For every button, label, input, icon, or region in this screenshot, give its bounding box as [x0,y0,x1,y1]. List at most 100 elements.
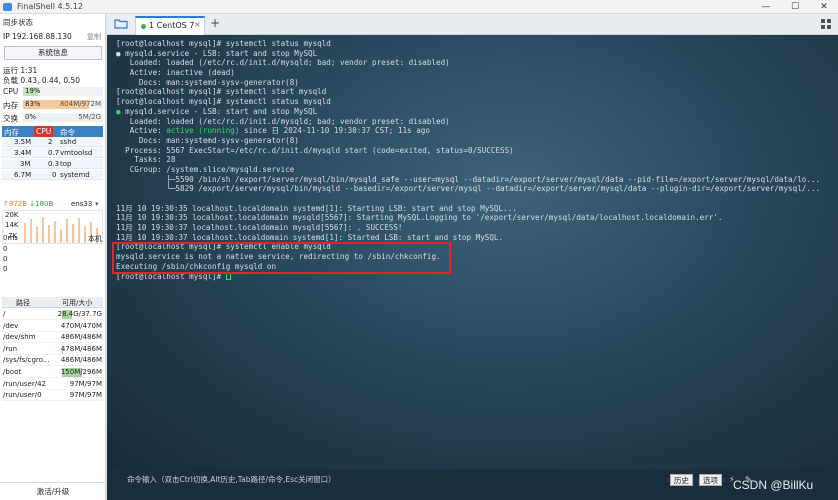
sync-status[interactable]: 同步状态 [3,17,33,28]
cpu-usage-bar: 19% [23,87,103,96]
process-row[interactable]: 6.7M 0 systemd [2,170,103,180]
options-button[interactable]: 选项 [699,474,722,486]
process-command: vmtoolsd [60,149,93,157]
terminal-line: 11月 10 19:30:35 localhost.localdomain sy… [116,204,834,214]
swap-value: 5M/2G [78,113,101,121]
disk-row[interactable]: /run/user/42 97M/97M [2,379,103,390]
process-cpu: 0 [52,171,57,179]
process-command: systemd [60,171,90,179]
process-row[interactable]: 3.4M 0.7 vmtoolsd [2,148,103,158]
connection-status-dot [141,24,146,29]
disk-row[interactable]: /dev 470M/470M [2,321,103,332]
folder-icon[interactable] [114,18,128,29]
latency-host[interactable]: 本机 [88,234,102,244]
terminal-line: 11月 10 19:30:37 localhost.localdomain my… [116,223,834,233]
latency-value: 0ms [3,234,18,242]
terminal-line: Process: 5567 ExecStart=/etc/rc.d/init.d… [116,146,834,156]
terminal-text: └─5829 /export/server/mysql/bin/mysqld -… [116,184,821,194]
disk-table-header: 路径 可用/大小 [2,297,103,308]
cpu-usage-row: CPU 19% [3,86,103,97]
disk-row[interactable]: / 28.4G/37.7G [2,309,103,320]
status-strip [107,491,838,500]
disk-col-path[interactable]: 路径 [16,298,30,308]
cpu-percent: 19% [25,87,41,95]
net-tick: 20K [5,211,19,219]
disk-row[interactable]: /boot 150M/296M [2,367,103,378]
terminal-text: 11月 10 19:30:37 localhost.localdomain my… [116,223,403,233]
disk-path: /sys/fs/cgro... [3,356,50,365]
maximize-button[interactable]: ☐ [781,0,809,14]
terminal-line: ├─5590 /bin/sh /export/server/mysql/bin/… [116,175,834,185]
process-mem: 3.5M [14,138,32,146]
close-button[interactable]: ✕ [810,0,838,14]
disk-row[interactable]: /run/user/0 97M/97M [2,390,103,402]
terminal-text: [root@localhost mysql]# systemctl start … [116,87,327,97]
disk-path: /run/user/42 [3,379,47,388]
terminal-line: [root@localhost mysql]# systemctl status… [116,39,834,49]
process-col-cpu[interactable]: CPU [34,126,54,137]
process-row[interactable]: 3M 0.3 top [2,159,103,169]
disk-row[interactable]: /sys/fs/cgro... 486M/486M [2,355,103,367]
active-running-status: active (running) [166,126,240,136]
ip-value: 192.168.88.130 [12,32,72,41]
activate-upgrade-link[interactable]: 激活/升级 [0,482,106,500]
terminal-text: mysqld.service - LSB: start and stop MyS… [120,106,318,116]
disk-row[interactable]: /run 478M/486M [2,344,103,355]
cpu-label: CPU [3,87,19,96]
terminal-text: since 日 2024-11-10 19:30:37 CST; 11s ago [239,126,430,136]
grid-view-icon[interactable] [821,19,831,29]
process-table-header: 内存 CPU 命令 [2,126,103,137]
terminal-text: 11月 10 19:30:35 localhost.localdomain my… [116,213,723,223]
terminal-text: Loaded: loaded (/etc/rc.d/init.d/mysqld;… [116,58,450,68]
terminal-line: [root@localhost mysql]# systemctl status… [116,97,834,107]
disk-path: / [3,310,6,318]
latency-row: 0 [3,265,8,273]
swap-usage-bar: 0% 5M/2G [23,113,103,122]
command-input[interactable]: 命令输入（双击Ctrl切换,Alt历史,Tab路径/命令,Esc关闭窗口） [127,473,667,487]
tab-bar: 1 CentOS 7 × + [107,14,838,35]
tab-label: 1 CentOS 7 [149,21,195,30]
disk-path: /dev [3,321,19,330]
latency-row: 0 [3,245,8,253]
terminal-line: Tasks: 28 [116,155,834,165]
process-command: top [60,160,72,168]
terminal-text: [root@localhost mysql]# systemctl status… [116,39,331,48]
chevron-down-icon[interactable]: ▾ [95,200,99,208]
terminal-text: [root@localhost mysql]# systemctl status… [116,97,331,107]
terminal-line: ● mysqld.service - LSB: start and stop M… [116,107,834,117]
process-row[interactable]: 3.5M 2 sshd [2,137,103,147]
process-cpu: 2 [48,138,53,146]
terminal-text: Active: [116,126,167,136]
memory-usage-row: 内存 83% 804M/972M [3,99,103,110]
disk-row[interactable]: /dev/shm 486M/486M [2,332,103,344]
download-rate: ↓180B [29,200,54,208]
highlight-annotation-box [112,242,451,274]
terminal-line: CGroup: /system.slice/mysqld.service [116,165,834,175]
latency-row: 0 [3,255,8,263]
process-cpu: 0.3 [48,160,60,168]
title-bar: FinalShell 4.5.12 — ☐ ✕ [0,0,838,14]
disk-size: 478M/486M [60,344,102,353]
process-command: sshd [60,138,77,146]
swap-usage-row: 交换 0% 5M/2G [3,112,103,123]
tab-centos7[interactable]: 1 CentOS 7 × [135,16,205,35]
terminal-output[interactable]: [root@localhost mysql]# systemctl status… [107,35,838,469]
upload-rate: ↑972B [3,200,28,208]
network-interface-select[interactable]: ens33 [71,200,92,208]
process-mem: 3M [20,160,31,168]
disk-size: 150M/296M [60,368,102,376]
tab-close-icon[interactable]: × [194,20,201,29]
disk-size: 486M/486M [60,333,102,342]
minimize-button[interactable]: — [752,0,780,14]
swap-percent: 0% [25,113,37,121]
terminal-text: 11月 10 19:30:35 localhost.localdomain sy… [116,203,517,213]
process-mem: 6.7M [14,171,32,179]
system-info-button[interactable]: 系统信息 [4,46,102,60]
disk-path: /boot [3,368,22,376]
disk-col-size[interactable]: 可用/大小 [62,298,92,308]
history-button[interactable]: 历史 [670,474,693,486]
terminal-text: Docs: man:systemd-sysv-generator(8) [116,135,299,145]
copy-ip-link[interactable]: 复制 [87,32,101,42]
add-tab-button[interactable]: + [210,16,220,30]
terminal-line: Loaded: loaded (/etc/rc.d/init.d/mysqld;… [116,117,834,127]
